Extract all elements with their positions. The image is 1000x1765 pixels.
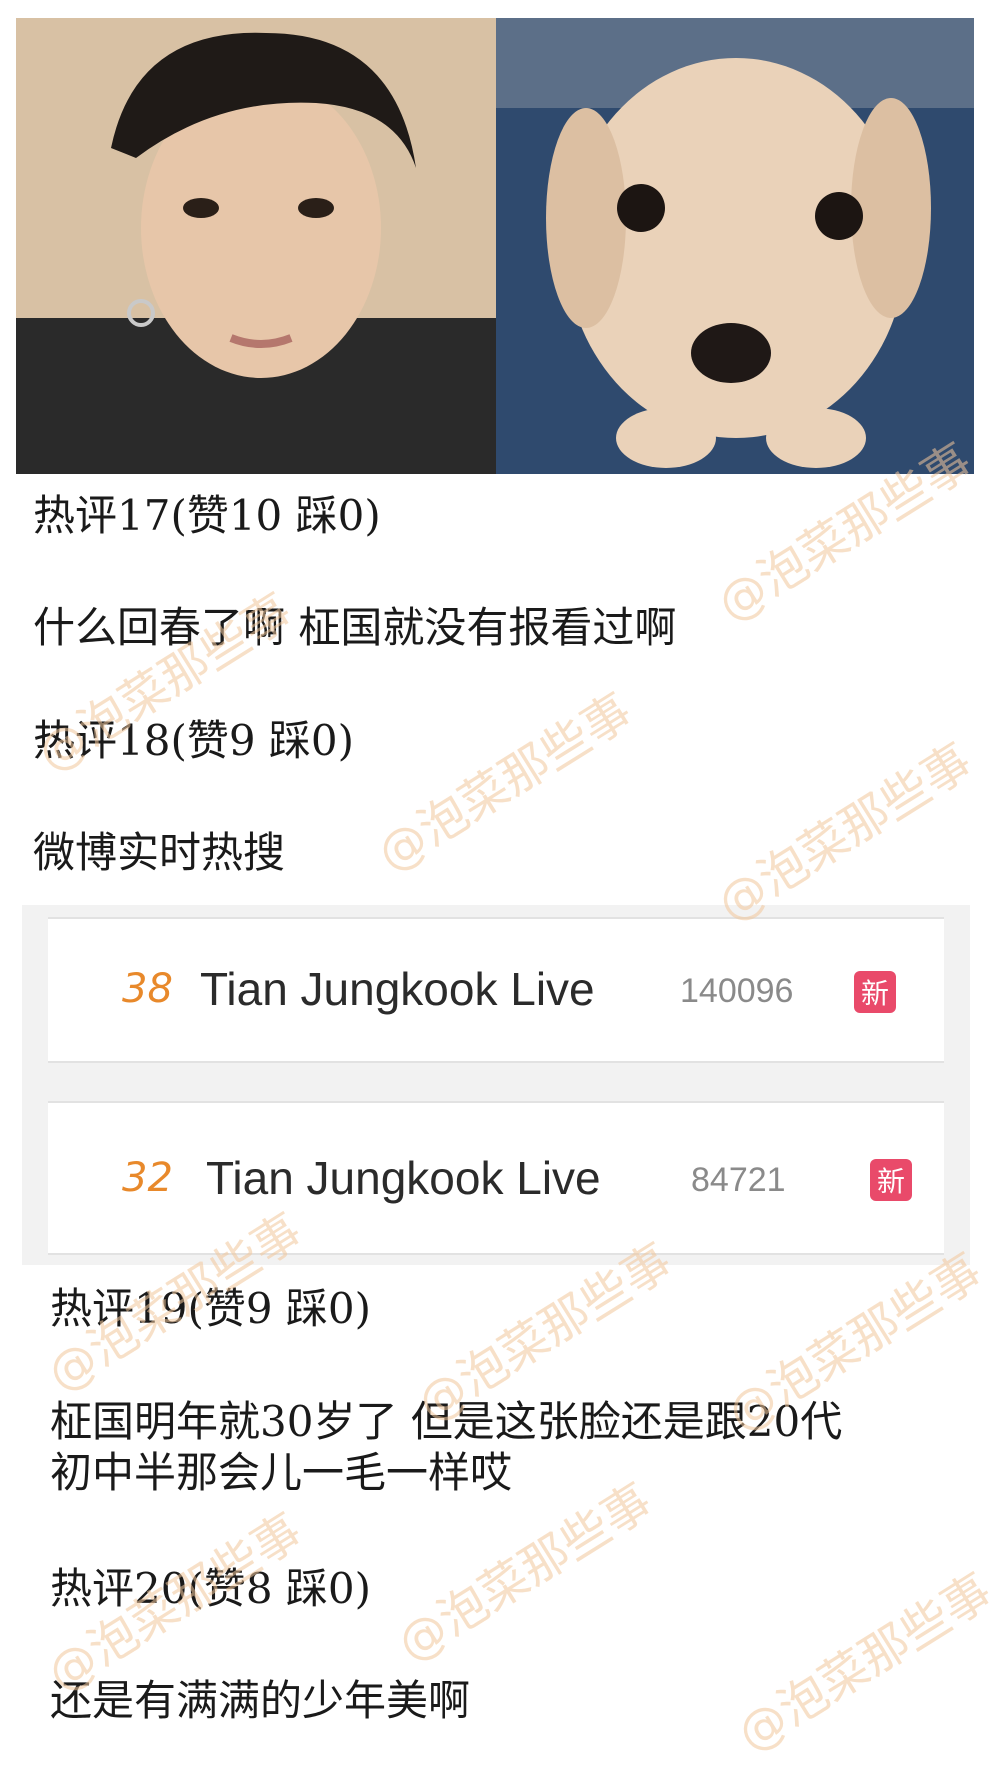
hot-search-title: Tian Jungkook Live <box>206 1152 601 1204</box>
new-badge: 新 <box>854 971 896 1013</box>
photo-puppy[interactable] <box>496 18 974 474</box>
comment-20-body: 还是有满满的少年美啊 <box>50 1676 471 1725</box>
comment-17-body: 什么回春了啊 柾国就没有报看过啊 <box>33 603 677 652</box>
hot-search-screenshot: 38 Tian Jungkook Live 140096 新 32 Tian J… <box>22 905 970 1265</box>
watermark: @泡菜那些事 <box>707 732 982 933</box>
watermark: @泡菜那些事 <box>367 682 642 883</box>
hot-search-item[interactable]: 32 Tian Jungkook Live 84721 新 <box>48 1101 944 1255</box>
hot-search-count: 140096 <box>680 972 794 1010</box>
hot-search-rank: 32 <box>122 1155 173 1201</box>
comment-19-header: 热评19(赞9 踩0) <box>50 1284 372 1333</box>
comment-20-header: 热评20(赞8 踩0) <box>50 1564 372 1613</box>
comment-19-body-line2: 初中半那会儿一毛一样哎 <box>50 1448 513 1497</box>
comment-17-header: 热评17(赞10 踩0) <box>33 491 381 540</box>
hot-search-item[interactable]: 38 Tian Jungkook Live 140096 新 <box>48 917 944 1063</box>
hot-search-count: 84721 <box>691 1161 786 1199</box>
hot-search-rank: 38 <box>122 966 173 1012</box>
hot-search-title: Tian Jungkook Live <box>200 963 595 1015</box>
photo-person[interactable] <box>16 18 496 474</box>
comment-19-body-line1: 柾国明年就30岁了 但是这张脸还是跟20代 <box>50 1397 843 1446</box>
watermark: @泡菜那些事 <box>727 1562 1000 1763</box>
comment-18-body: 微博实时热搜 <box>33 828 286 877</box>
comment-18-header: 热评18(赞9 踩0) <box>33 716 355 765</box>
new-badge: 新 <box>870 1159 912 1201</box>
